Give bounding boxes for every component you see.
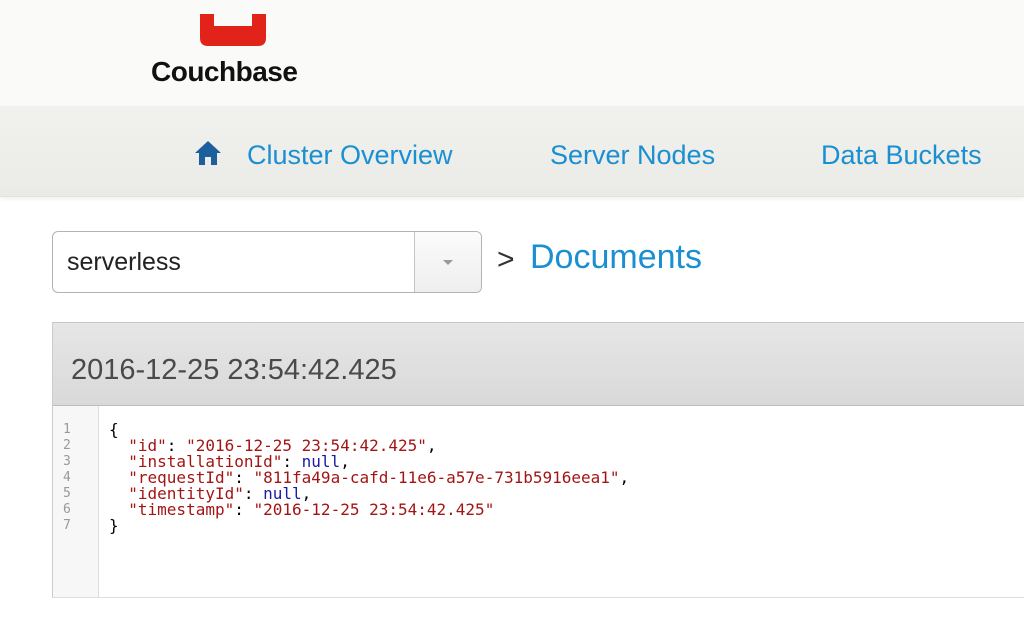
nav-data-buckets[interactable]: Data Buckets — [821, 140, 982, 171]
json-value: "2016-12-25 23:54:42.425" — [253, 500, 495, 519]
document-header: 2016-12-25 23:54:42.425 — [53, 322, 1024, 406]
couchbase-logo-icon[interactable] — [200, 14, 266, 46]
home-icon[interactable] — [194, 140, 222, 166]
code-line: } — [109, 518, 119, 534]
bucket-select-toggle[interactable] — [414, 232, 481, 292]
line-number: 4 — [63, 470, 71, 485]
line-number: 5 — [63, 486, 71, 501]
line-number-gutter: 1 2 3 4 5 6 7 — [53, 406, 99, 597]
nav-cluster-overview[interactable]: Cluster Overview — [247, 140, 453, 171]
document-panel: 2016-12-25 23:54:42.425 1 2 3 4 5 6 7 { … — [52, 322, 1024, 598]
chevron-down-icon — [443, 260, 453, 265]
json-close-brace: } — [109, 516, 119, 535]
nav-server-nodes[interactable]: Server Nodes — [550, 140, 715, 171]
logo-text[interactable]: Couchbase — [151, 56, 298, 88]
line-number: 2 — [63, 438, 71, 453]
line-number: 3 — [63, 454, 71, 469]
main-nav: Cluster Overview Server Nodes Data Bucke… — [0, 106, 1024, 197]
breadcrumb-separator: > — [497, 243, 515, 276]
line-number: 6 — [63, 502, 71, 517]
bucket-select[interactable]: serverless — [52, 231, 482, 293]
document-title: 2016-12-25 23:54:42.425 — [71, 354, 397, 386]
app-header: Couchbase — [0, 0, 1024, 106]
line-number: 7 — [63, 518, 71, 533]
json-editor[interactable]: 1 2 3 4 5 6 7 { "id": "2016-12-25 23:54:… — [53, 406, 1024, 597]
bucket-select-value: serverless — [67, 248, 181, 276]
breadcrumb-documents-link[interactable]: Documents — [530, 238, 702, 277]
code-line: "timestamp": "2016-12-25 23:54:42.425" — [128, 500, 495, 519]
line-number: 1 — [63, 422, 71, 437]
json-key: "timestamp" — [128, 500, 235, 519]
